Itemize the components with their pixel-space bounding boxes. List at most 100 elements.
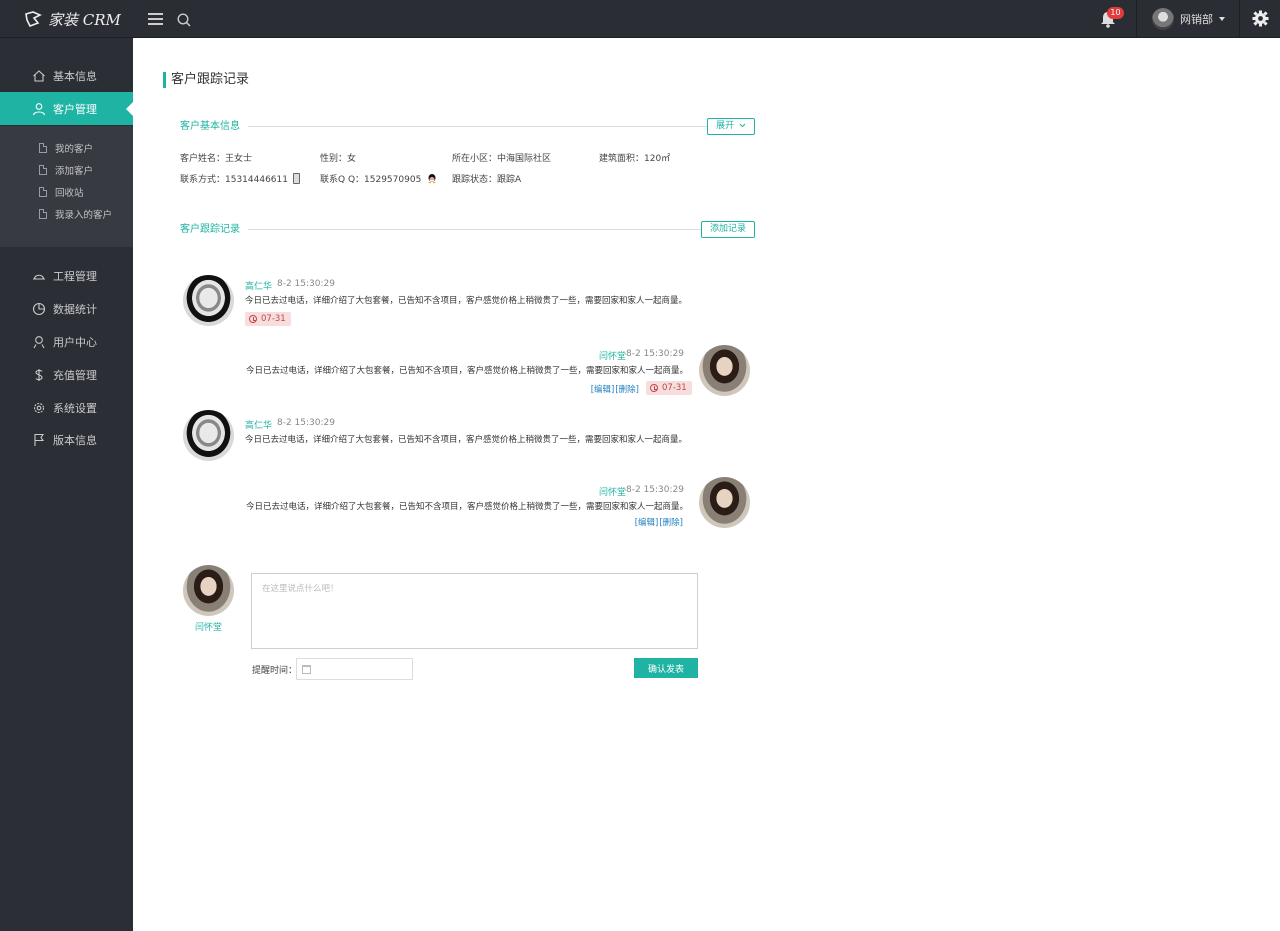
document-icon [39,165,47,175]
document-icon [39,143,47,153]
customer-gender: 性别：女 [320,154,357,164]
avatar [1152,8,1174,30]
submenu-item-label: 添加客户 [55,166,94,177]
record-text: 今日已去过电话，详细介绍了大包套餐，已告知不含项目，客户感觉价格上稍微贵了一些，… [245,502,688,512]
user-icon [32,102,46,115]
divider [1136,0,1137,38]
submenu: 我的客户 添加客户 回收站 我录入的客户 [0,126,133,247]
expand-label: 展开 [716,121,735,131]
document-icon [39,187,47,197]
record-time: 8-2 15:30:29 [626,485,684,495]
avatar [699,477,750,528]
avatar [699,345,750,396]
submenu-item-recycle-bin[interactable]: 回收站 [0,182,133,202]
sidebar-item-recharge[interactable]: 充值管理 [0,358,133,391]
reminder-date: 07-31 [662,383,687,393]
record-actions: [编辑] [删除] [591,383,639,395]
sidebar-item-project-management[interactable]: 工程管理 [0,259,133,292]
gear-icon [33,402,45,413]
logo-icon [25,11,42,27]
customer-phone: 联系方式：15314446611 [180,175,288,185]
sidebar-item-label: 版本信息 [53,433,97,447]
customer-phone-cell: 联系方式：15314446611 [180,172,300,185]
sidebar-item-settings[interactable]: 系统设置 [0,391,133,424]
customer-status: 跟踪状态：跟踪A [452,175,522,185]
sidebar-item-statistics[interactable]: 数据统计 [0,292,133,325]
customer-name: 客户姓名：王女士 [180,154,253,164]
user-menu[interactable]: 网销部 [1152,7,1225,31]
document-icon [39,209,47,219]
divider [244,229,709,230]
reminder-date-tag: 07-31 [245,312,291,326]
divider [244,126,709,127]
avatar [183,275,234,326]
submenu-item-label: 我的客户 [55,144,94,155]
calendar-icon [302,664,311,674]
reminder-date-tag: 07-31 [646,381,692,395]
sidebar: 基本信息 客户管理 我的客户 添加客户 回收站 我录入的客户 工程管理 数据统计… [0,38,133,931]
submenu-item-my-entered-customers[interactable]: 我录入的客户 [0,204,133,224]
page-title: 客户跟踪记录 [163,72,249,88]
record-author: 闫怀堂 [598,352,626,362]
user-name: 网销部 [1180,13,1213,26]
customer-community: 所在小区：中海国际社区 [452,154,552,164]
records-section-header: 客户跟踪记录 添加记录 [180,221,755,239]
sidebar-item-label: 充值管理 [53,368,97,382]
flag-icon [34,433,45,446]
sidebar-item-customer-management[interactable]: 客户管理 [0,92,133,125]
submenu-item-my-customers[interactable]: 我的客户 [0,138,133,158]
divider [1239,0,1240,38]
dollar-icon [35,368,43,381]
comment-input[interactable] [251,573,698,649]
logo[interactable]: 家装 CRM [24,9,121,29]
record-text: 今日已去过电话，详细介绍了大包套餐，已告知不含项目，客户感觉价格上稍微贵了一些，… [245,435,688,445]
sidebar-item-basic-info[interactable]: 基本信息 [0,59,133,92]
sidebar-item-user-center[interactable]: 用户中心 [0,325,133,358]
basic-info-section-header: 客户基本信息 展开 [180,118,755,136]
section-title: 客户跟踪记录 [180,222,248,238]
add-record-button[interactable]: 添加记录 [700,221,755,238]
remind-date-picker[interactable] [296,658,413,680]
record-actions: [编辑] [删除] [635,516,683,528]
top-bar: 家装 CRM 10 网销部 [0,0,1280,38]
edit-link[interactable]: [编辑] [635,516,659,528]
submenu-item-label: 回收站 [55,188,84,199]
clock-icon [249,315,257,323]
submit-button[interactable]: 确认发表 [634,658,698,678]
submenu-item-add-customer[interactable]: 添加客户 [0,160,133,180]
record-text: 今日已去过电话，详细介绍了大包套餐，已告知不含项目，客户感觉价格上稍微贵了一些，… [245,296,688,306]
record-text: 今日已去过电话，详细介绍了大包套餐，已告知不含项目，客户感觉价格上稍微贵了一些，… [245,366,688,376]
home-icon [33,69,45,82]
reminder-date: 07-31 [261,314,286,324]
chevron-down-icon [739,123,746,128]
menu-toggle-icon[interactable] [148,13,163,25]
sidebar-item-label: 用户中心 [53,335,97,349]
avatar [183,565,234,616]
avatar [183,410,234,461]
submenu-item-label: 我录入的客户 [55,210,113,221]
gear-icon[interactable] [1252,10,1269,27]
customer-qq-cell: 联系Q Q：1529570905 [320,172,437,185]
record-time: 8-2 15:30:29 [277,418,335,428]
remind-time-label: 提醒时间： [252,666,298,676]
phone-icon[interactable] [293,173,300,184]
sidebar-item-label: 数据统计 [53,302,97,316]
edit-link[interactable]: [编辑] [591,383,615,395]
sidebar-item-label: 系统设置 [53,401,97,415]
sidebar-item-label: 客户管理 [53,102,97,116]
record-author: 高仁华 [245,421,273,431]
sidebar-item-version[interactable]: 版本信息 [0,423,133,456]
notification-badge: 10 [1107,7,1124,19]
sidebar-item-label: 基本信息 [53,69,97,83]
caret-down-icon [1219,17,1225,21]
qq-icon[interactable] [427,173,437,184]
delete-link[interactable]: [删除] [659,516,683,528]
delete-link[interactable]: [删除] [615,383,639,395]
expand-button[interactable]: 展开 [707,118,755,135]
section-title: 客户基本信息 [180,119,248,135]
sidebar-item-label: 工程管理 [53,269,97,283]
search-icon[interactable] [176,12,192,28]
logo-text: 家装 CRM [48,10,121,29]
record-author: 高仁华 [245,282,273,292]
user-center-icon [33,335,45,348]
